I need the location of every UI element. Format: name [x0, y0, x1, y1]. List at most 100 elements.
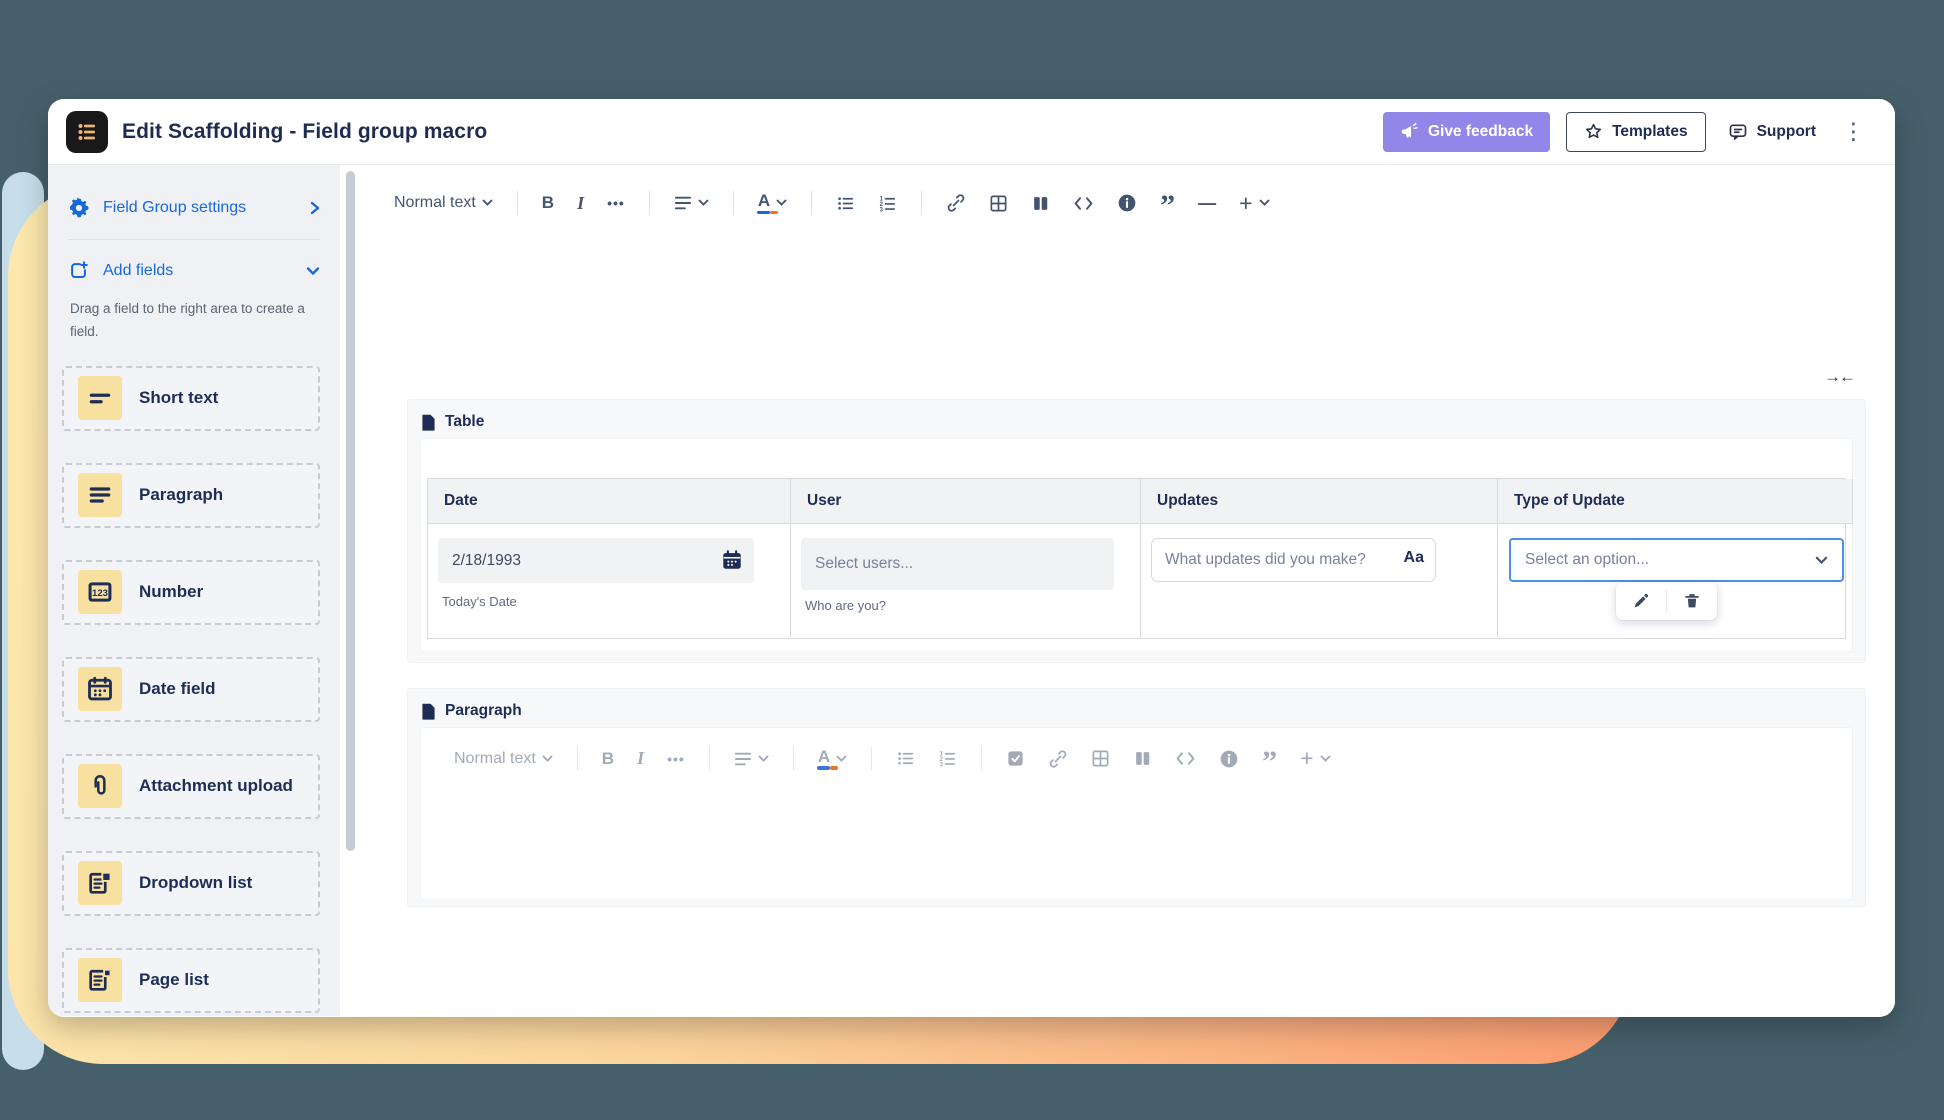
- field-card-dropdown[interactable]: Dropdown list: [62, 851, 320, 916]
- field-card-attachment[interactable]: Attachment upload: [62, 754, 320, 819]
- text-style-dropdown[interactable]: Normal text: [446, 744, 561, 774]
- edit-field-button[interactable]: [1626, 590, 1656, 612]
- pencil-icon: [1632, 592, 1650, 610]
- info-panel-button[interactable]: [1211, 743, 1247, 775]
- chevron-down-icon: [542, 755, 553, 763]
- add-fields-toggle[interactable]: Add fields: [48, 250, 340, 292]
- megaphone-icon: [1400, 122, 1419, 141]
- code-button[interactable]: [1167, 744, 1204, 773]
- bullet-list-icon: [836, 194, 855, 213]
- editor-toolbar: Normal text B I ••• A: [365, 165, 1895, 241]
- code-button[interactable]: [1065, 189, 1102, 218]
- add-fields-icon: [68, 260, 90, 282]
- quote-button[interactable]: ”: [1152, 188, 1183, 218]
- italic-button[interactable]: I: [629, 742, 652, 775]
- more-menu-button[interactable]: ⋮: [1838, 120, 1869, 143]
- app-window: Edit Scaffolding - Field group macro Giv…: [48, 99, 1895, 1017]
- layouts-button[interactable]: [1125, 743, 1160, 774]
- insert-more-button[interactable]: +: [1231, 186, 1277, 221]
- field-card-list: Short text Paragraph: [48, 344, 340, 1013]
- field-actions-popup: [1616, 582, 1717, 620]
- field-card-number[interactable]: 123 Number: [62, 560, 320, 625]
- add-fields-label: Add fields: [103, 262, 293, 280]
- align-button[interactable]: [726, 745, 777, 773]
- info-panel-button[interactable]: [1109, 187, 1145, 219]
- chevron-right-icon: [310, 201, 320, 215]
- number-icon: 123: [78, 570, 122, 614]
- more-formatting-button[interactable]: •••: [659, 745, 693, 773]
- numbered-list-button[interactable]: 1 2 3: [930, 743, 965, 774]
- link-button[interactable]: [1040, 743, 1076, 775]
- field-card-label: Number: [139, 582, 203, 602]
- text-style-label: Normal text: [394, 194, 476, 212]
- date-input-wrap: [438, 538, 754, 583]
- quote-button[interactable]: ”: [1254, 744, 1285, 774]
- link-button[interactable]: [938, 187, 974, 219]
- data-table: Date User Updates Type of Update: [427, 478, 1846, 639]
- layouts-button[interactable]: [1023, 188, 1058, 219]
- align-left-icon: [674, 195, 692, 211]
- field-group-settings-link[interactable]: Field Group settings: [48, 187, 340, 229]
- field-group-settings-label: Field Group settings: [103, 199, 297, 217]
- divider-button[interactable]: —: [1190, 187, 1224, 220]
- text-style-dropdown[interactable]: Normal text: [386, 188, 501, 218]
- short-text-icon: [78, 376, 122, 420]
- bullet-list-button[interactable]: [828, 188, 863, 219]
- text-color-button[interactable]: A: [750, 186, 795, 220]
- link-icon: [946, 193, 966, 213]
- type-select[interactable]: Select an option...: [1509, 538, 1844, 582]
- document-icon: [421, 414, 436, 431]
- paragraph-card[interactable]: Normal text B I •••: [420, 727, 1853, 900]
- toolbar-separator: [981, 747, 982, 771]
- support-button[interactable]: Support: [1722, 112, 1822, 152]
- bold-button[interactable]: B: [594, 743, 622, 775]
- field-card-paragraph[interactable]: Paragraph: [62, 463, 320, 528]
- document-icon: [421, 703, 436, 720]
- delete-field-button[interactable]: [1677, 590, 1707, 612]
- field-card-date[interactable]: Date field: [62, 657, 320, 722]
- bullet-list-button[interactable]: [888, 743, 923, 774]
- table-cell-date: Today's Date: [428, 524, 791, 638]
- chevron-down-icon: [1259, 199, 1270, 207]
- trash-icon: [1683, 592, 1701, 610]
- collapse-panel-icon[interactable]: →←: [1824, 367, 1854, 387]
- sidebar-scrollbar-thumb[interactable]: [346, 171, 355, 851]
- paragraph-macro-panel: Paragraph Normal text B I •••: [407, 688, 1866, 907]
- date-input[interactable]: [438, 538, 754, 583]
- table-button[interactable]: [981, 188, 1016, 219]
- plus-icon: +: [1239, 192, 1252, 215]
- field-card-page-list[interactable]: Page list: [62, 948, 320, 1013]
- align-button[interactable]: [666, 189, 717, 217]
- bullet-list-icon: [896, 749, 915, 768]
- sidebar-hint-text: Drag a field to the right area to create…: [48, 292, 340, 344]
- column-header-updates: Updates: [1141, 479, 1498, 524]
- insert-more-button[interactable]: +: [1292, 741, 1338, 776]
- updates-input[interactable]: [1151, 538, 1436, 582]
- field-card-short-text[interactable]: Short text: [62, 366, 320, 431]
- text-style-label: Normal text: [454, 750, 536, 768]
- toolbar-separator: [811, 191, 812, 215]
- task-list-button[interactable]: [998, 743, 1033, 774]
- user-helper-text: Who are you?: [801, 598, 1130, 613]
- page-list-icon: [78, 958, 122, 1002]
- chevron-down-icon: [698, 199, 709, 207]
- text-color-button[interactable]: A: [810, 742, 855, 776]
- chevron-down-icon: [306, 266, 320, 276]
- window-header: Edit Scaffolding - Field group macro Giv…: [48, 99, 1895, 165]
- list-glyph-icon: [75, 120, 99, 144]
- bold-button[interactable]: B: [534, 187, 562, 219]
- field-card-label: Dropdown list: [139, 873, 252, 893]
- editor-content: Normal text B I ••• A: [365, 165, 1895, 1016]
- numbered-list-button[interactable]: 1 2 3: [870, 188, 905, 219]
- toolbar-separator: [921, 191, 922, 215]
- user-select-input[interactable]: [801, 538, 1114, 590]
- templates-button[interactable]: Templates: [1566, 112, 1706, 152]
- give-feedback-button[interactable]: Give feedback: [1383, 112, 1550, 152]
- field-card-label: Short text: [139, 388, 218, 408]
- info-icon: [1219, 749, 1239, 769]
- more-formatting-button[interactable]: •••: [599, 189, 633, 217]
- text-color-icon: A: [818, 748, 830, 770]
- italic-button[interactable]: I: [569, 187, 592, 220]
- table-button[interactable]: [1083, 743, 1118, 774]
- page-title: Edit Scaffolding - Field group macro: [122, 120, 487, 144]
